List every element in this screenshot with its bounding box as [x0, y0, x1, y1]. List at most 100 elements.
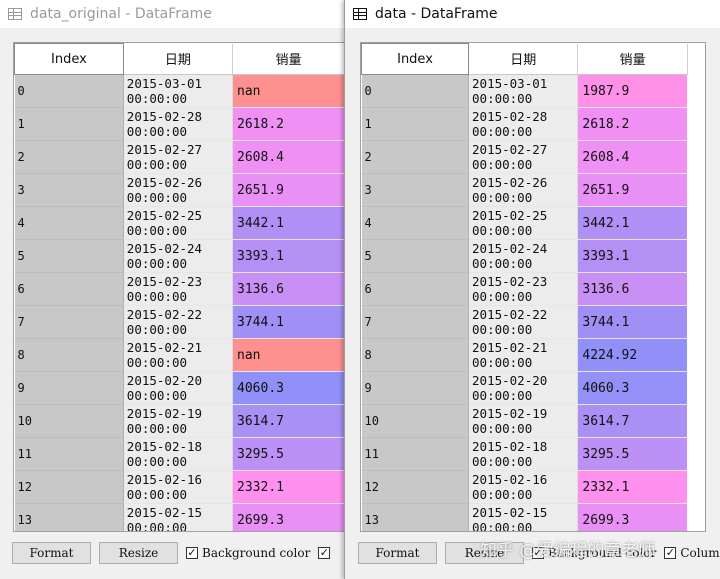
sales-value-cell[interactable]: 3136.6: [232, 272, 345, 306]
row-index-cell[interactable]: 3: [14, 173, 124, 207]
date-cell[interactable]: 2015-02-23 00:00:00: [468, 272, 579, 306]
table-row[interactable]: 13 2015-02-15 00:00:00 2699.3: [14, 503, 345, 531]
row-index-cell[interactable]: 13: [361, 503, 470, 531]
date-cell[interactable]: 2015-02-24 00:00:00: [123, 239, 234, 273]
row-index-cell[interactable]: 5: [14, 239, 124, 273]
sales-value-cell[interactable]: 3744.1: [232, 305, 345, 339]
row-index-cell[interactable]: 6: [361, 272, 470, 306]
sales-value-cell[interactable]: nan: [232, 74, 345, 108]
date-cell[interactable]: 2015-02-26 00:00:00: [468, 173, 579, 207]
table-row[interactable]: 12 2015-02-16 00:00:00 2332.1: [361, 470, 705, 504]
sales-value-cell[interactable]: 2699.3: [232, 503, 345, 531]
row-index-cell[interactable]: 9: [361, 371, 470, 405]
row-index-cell[interactable]: 5: [361, 239, 470, 273]
date-cell[interactable]: 2015-02-19 00:00:00: [468, 404, 579, 438]
sales-value-cell[interactable]: 3393.1: [577, 239, 688, 273]
table-row[interactable]: 9 2015-02-20 00:00:00 4060.3: [361, 371, 705, 405]
window-titlebar[interactable]: data - DataFrame: [345, 0, 720, 28]
table-row[interactable]: 0 2015-03-01 00:00:00 1987.9: [361, 74, 705, 108]
sales-value-cell[interactable]: 2332.1: [232, 470, 345, 504]
date-cell[interactable]: 2015-02-21 00:00:00: [468, 338, 579, 372]
row-index-cell[interactable]: 0: [14, 74, 124, 108]
date-cell[interactable]: 2015-02-16 00:00:00: [468, 470, 579, 504]
row-index-cell[interactable]: 7: [14, 305, 124, 339]
sales-value-cell[interactable]: 1987.9: [577, 74, 688, 108]
sales-value-cell[interactable]: 3393.1: [232, 239, 345, 273]
sales-value-cell[interactable]: 3442.1: [577, 206, 688, 240]
table-row[interactable]: 7 2015-02-22 00:00:00 3744.1: [14, 305, 345, 339]
resize-button[interactable]: Resize: [99, 542, 178, 564]
row-index-cell[interactable]: 2: [14, 140, 124, 174]
column-min-max-checkbox[interactable]: ✓: [318, 547, 334, 559]
table-row[interactable]: 13 2015-02-15 00:00:00 2699.3: [361, 503, 705, 531]
row-index-cell[interactable]: 13: [14, 503, 124, 531]
table-row[interactable]: 4 2015-02-25 00:00:00 3442.1: [361, 206, 705, 240]
date-cell[interactable]: 2015-02-21 00:00:00: [123, 338, 234, 372]
row-index-cell[interactable]: 3: [361, 173, 470, 207]
sales-value-cell[interactable]: 2618.2: [577, 107, 688, 141]
date-cell[interactable]: 2015-02-20 00:00:00: [468, 371, 579, 405]
date-cell[interactable]: 2015-02-22 00:00:00: [468, 305, 579, 339]
sales-value-cell[interactable]: 2699.3: [577, 503, 688, 531]
date-cell[interactable]: 2015-02-19 00:00:00: [123, 404, 234, 438]
date-cell[interactable]: 2015-02-23 00:00:00: [123, 272, 234, 306]
sales-value-cell[interactable]: 4224.92: [577, 338, 688, 372]
row-index-cell[interactable]: 6: [14, 272, 124, 306]
row-index-cell[interactable]: 1: [361, 107, 470, 141]
date-cell[interactable]: 2015-02-27 00:00:00: [123, 140, 234, 174]
table-row[interactable]: 6 2015-02-23 00:00:00 3136.6: [361, 272, 705, 306]
table-row[interactable]: 5 2015-02-24 00:00:00 3393.1: [14, 239, 345, 273]
sales-value-cell[interactable]: 3744.1: [577, 305, 688, 339]
table-row[interactable]: 11 2015-02-18 00:00:00 3295.5: [14, 437, 345, 471]
row-index-cell[interactable]: 8: [361, 338, 470, 372]
date-cell[interactable]: 2015-02-20 00:00:00: [123, 371, 234, 405]
date-cell[interactable]: 2015-02-25 00:00:00: [123, 206, 234, 240]
sales-value-cell[interactable]: 3295.5: [577, 437, 688, 471]
table-row[interactable]: 8 2015-02-21 00:00:00 4224.92: [361, 338, 705, 372]
row-index-cell[interactable]: 12: [361, 470, 470, 504]
sales-value-cell[interactable]: 3614.7: [232, 404, 345, 438]
table-row[interactable]: 0 2015-03-01 00:00:00 nan: [14, 74, 345, 108]
date-cell[interactable]: 2015-02-26 00:00:00: [123, 173, 234, 207]
format-button[interactable]: Format: [358, 542, 437, 564]
dataframe-table-container[interactable]: Index 日期 销量 0 2015-03-01 00:00:00 1987.9 1 20…: [360, 42, 706, 532]
background-color-checkbox[interactable]: ✓ Background color: [186, 546, 310, 560]
resize-button[interactable]: Resize: [445, 542, 524, 564]
background-color-checkbox[interactable]: ✓ Background color: [532, 546, 656, 560]
dataframe-table-container[interactable]: Index 日期 销量 0 2015-03-01 00:00:00 nan 1 2015-…: [13, 42, 346, 532]
sales-value-cell[interactable]: 3614.7: [577, 404, 688, 438]
sales-value-cell[interactable]: 2618.2: [232, 107, 345, 141]
row-index-cell[interactable]: 12: [14, 470, 124, 504]
format-button[interactable]: Format: [12, 542, 91, 564]
table-row[interactable]: 3 2015-02-26 00:00:00 2651.9: [14, 173, 345, 207]
sales-value-cell[interactable]: 3295.5: [232, 437, 345, 471]
date-cell[interactable]: 2015-02-25 00:00:00: [468, 206, 579, 240]
column-header-sales[interactable]: 销量: [232, 43, 345, 75]
date-cell[interactable]: 2015-02-15 00:00:00: [123, 503, 234, 531]
table-row[interactable]: 5 2015-02-24 00:00:00 3393.1: [361, 239, 705, 273]
table-row[interactable]: 3 2015-02-26 00:00:00 2651.9: [361, 173, 705, 207]
table-row[interactable]: 10 2015-02-19 00:00:00 3614.7: [361, 404, 705, 438]
table-row[interactable]: 2 2015-02-27 00:00:00 2608.4: [14, 140, 345, 174]
date-cell[interactable]: 2015-02-16 00:00:00: [123, 470, 234, 504]
table-row[interactable]: 1 2015-02-28 00:00:00 2618.2: [14, 107, 345, 141]
row-index-cell[interactable]: 11: [361, 437, 470, 471]
date-cell[interactable]: 2015-02-28 00:00:00: [468, 107, 579, 141]
table-row[interactable]: 6 2015-02-23 00:00:00 3136.6: [14, 272, 345, 306]
row-index-cell[interactable]: 9: [14, 371, 124, 405]
date-cell[interactable]: 2015-02-24 00:00:00: [468, 239, 579, 273]
sales-value-cell[interactable]: 3442.1: [232, 206, 345, 240]
sales-value-cell[interactable]: 2651.9: [232, 173, 345, 207]
row-index-cell[interactable]: 1: [14, 107, 124, 141]
window-titlebar[interactable]: data_original - DataFrame: [0, 0, 346, 28]
row-index-cell[interactable]: 11: [14, 437, 124, 471]
sales-value-cell[interactable]: 2608.4: [232, 140, 345, 174]
sales-value-cell[interactable]: 2332.1: [577, 470, 688, 504]
row-index-cell[interactable]: 4: [14, 206, 124, 240]
row-index-cell[interactable]: 7: [361, 305, 470, 339]
table-row[interactable]: 9 2015-02-20 00:00:00 4060.3: [14, 371, 345, 405]
sales-value-cell[interactable]: 2651.9: [577, 173, 688, 207]
sales-value-cell[interactable]: 4060.3: [577, 371, 688, 405]
date-cell[interactable]: 2015-02-15 00:00:00: [468, 503, 579, 531]
date-cell[interactable]: 2015-02-28 00:00:00: [123, 107, 234, 141]
